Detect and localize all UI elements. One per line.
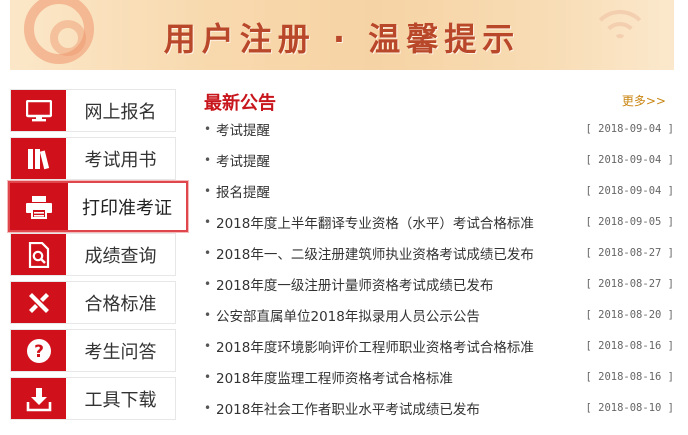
sidebar-item-online-registration[interactable]: 网上报名 — [10, 89, 176, 132]
notice-date: [ 2018-08-27 ] — [585, 278, 674, 290]
notice-link[interactable]: 报名提醒 — [212, 181, 585, 201]
list-item[interactable]: • 2018年社会工作者职业水平考试成绩已发布[ 2018-08-10 ] — [204, 397, 674, 419]
bullet-icon: • — [204, 339, 212, 353]
more-link[interactable]: 更多>> — [622, 92, 666, 109]
bullet-icon: • — [204, 277, 212, 291]
list-item[interactable]: • 2018年一、二级注册建筑师执业资格考试成绩已发布[ 2018-08-27 ] — [204, 242, 674, 264]
notice-panel: 最新公告 更多>> • 考试提醒[ 2018-09-04 ] • 考试提醒[ 201… — [204, 89, 674, 418]
list-item[interactable]: • 2018年度环境影响评价工程师职业资格考试合格标准[ 2018-08-16 ] — [204, 335, 674, 357]
notice-date: [ 2018-09-04 ] — [585, 185, 674, 197]
bullet-icon: • — [204, 370, 212, 384]
list-item[interactable]: • 2018年度上半年翻译专业资格（水平）考试合格标准[ 2018-09-05 ] — [204, 211, 674, 233]
search-document-icon — [11, 234, 66, 275]
bullet-icon: • — [204, 153, 212, 167]
notice-date: [ 2018-08-20 ] — [585, 309, 674, 321]
notice-date: [ 2018-09-04 ] — [585, 154, 674, 166]
sidebar-item-label: 成绩查询 — [84, 245, 157, 267]
list-item[interactable]: • 报名提醒[ 2018-09-04 ] — [204, 180, 674, 202]
notice-link[interactable]: 考试提醒 — [212, 119, 585, 139]
banner: 用户注册 · 温馨提示 — [10, 0, 674, 70]
notice-link[interactable]: 公安部直属单位2018年拟录用人员公示公告 — [212, 305, 585, 325]
list-item[interactable]: • 2018年度监理工程师资格考试合格标准[ 2018-08-16 ] — [204, 366, 674, 388]
sidebar-item-score-query[interactable]: 成绩查询 — [10, 233, 176, 276]
question-icon: ? — [11, 330, 66, 371]
bullet-icon: • — [204, 308, 212, 322]
notice-date: [ 2018-08-16 ] — [585, 340, 674, 352]
sidebar-item-label: 工具下载 — [84, 389, 157, 411]
sidebar-item-label: 打印准考证 — [82, 197, 172, 219]
list-item[interactable]: • 2018年度一级注册计量师资格考试成绩已发布[ 2018-08-27 ] — [204, 273, 674, 295]
sidebar-item-exam-books[interactable]: 考试用书 — [10, 137, 176, 180]
notice-title: 最新公告 — [204, 93, 276, 114]
notice-link[interactable]: 2018年一、二级注册建筑师执业资格考试成绩已发布 — [212, 243, 585, 263]
bullet-icon: • — [204, 215, 212, 229]
sidebar-item-pass-standard[interactable]: 合格标准 — [10, 281, 176, 324]
tools-icon — [11, 282, 66, 323]
sidebar-item-tool-download[interactable]: 工具下载 — [10, 377, 176, 420]
sidebar-item-label: 考生问答 — [84, 341, 157, 363]
download-icon — [11, 378, 66, 419]
notice-date: [ 2018-08-27 ] — [585, 247, 674, 259]
notice-link[interactable]: 2018年社会工作者职业水平考试成绩已发布 — [212, 398, 585, 418]
list-item[interactable]: • 公安部直属单位2018年拟录用人员公示公告[ 2018-08-20 ] — [204, 304, 674, 326]
notice-link[interactable]: 2018年度一级注册计量师资格考试成绩已发布 — [212, 274, 585, 294]
notice-link[interactable]: 2018年度环境影响评价工程师职业资格考试合格标准 — [212, 336, 585, 356]
list-item[interactable]: • 考试提醒[ 2018-09-04 ] — [204, 149, 674, 171]
printer-icon — [10, 183, 68, 230]
notice-date: [ 2018-09-04 ] — [585, 123, 674, 135]
books-icon — [11, 138, 66, 179]
svg-text:?: ? — [34, 342, 44, 362]
list-item[interactable]: • 考试提醒[ 2018-09-04 ] — [204, 118, 674, 140]
monitor-icon — [11, 90, 66, 131]
sidebar-item-label: 考试用书 — [84, 149, 157, 171]
sidebar-item-print-admission-ticket[interactable]: 打印准考证 — [8, 181, 188, 232]
notice-link[interactable]: 考试提醒 — [212, 150, 585, 170]
bullet-icon: • — [204, 401, 212, 415]
sidebar-item-label: 合格标准 — [84, 293, 157, 315]
notice-date: [ 2018-08-10 ] — [585, 402, 674, 414]
sidebar-item-label: 网上报名 — [84, 101, 157, 123]
notice-link[interactable]: 2018年度上半年翻译专业资格（水平）考试合格标准 — [212, 212, 585, 232]
notice-header: 最新公告 更多>> — [204, 89, 674, 115]
notice-date: [ 2018-09-05 ] — [585, 216, 674, 228]
notice-link[interactable]: 2018年度监理工程师资格考试合格标准 — [212, 367, 585, 387]
bullet-icon: • — [204, 184, 212, 198]
banner-title: 用户注册 · 温馨提示 — [163, 20, 521, 58]
bullet-icon: • — [204, 122, 212, 136]
sidebar-item-candidate-qa[interactable]: ? 考生问答 — [10, 329, 176, 372]
bullet-icon: • — [204, 246, 212, 260]
notice-date: [ 2018-08-16 ] — [585, 371, 674, 383]
